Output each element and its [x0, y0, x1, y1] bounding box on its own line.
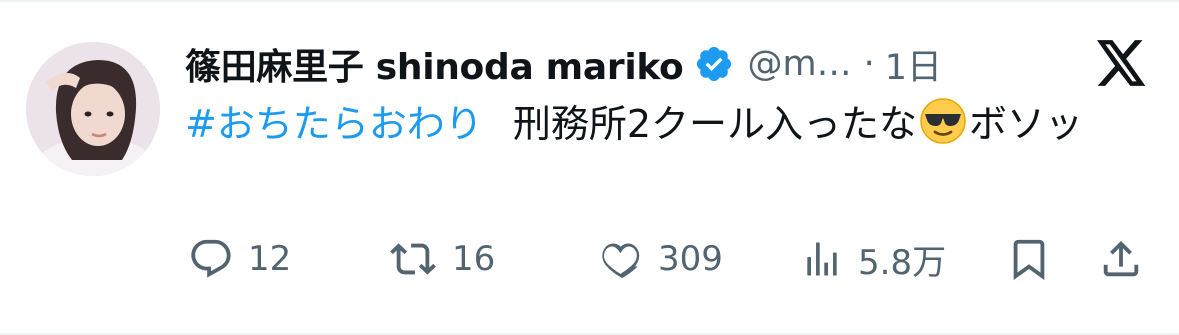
handle[interactable]: @m… — [748, 44, 852, 84]
heart-icon — [596, 236, 644, 282]
repost-count: 16 — [452, 239, 496, 279]
tweet-header: 篠田麻里子 shinoda mariko @m… · 1日 — [185, 36, 942, 92]
tweet-card[interactable]: 篠田麻里子 shinoda mariko @m… · 1日 #おちたらおわり 刑務… — [0, 0, 1179, 335]
bookmark-icon — [1006, 236, 1052, 282]
sunglasses-emoji-icon — [919, 97, 967, 145]
divider — [0, 0, 1179, 2]
repost-icon — [388, 236, 438, 282]
tweet-text-part: ボソッ — [969, 102, 1084, 146]
reply-button[interactable]: 12 — [188, 229, 291, 289]
timestamp[interactable]: 1日 — [885, 39, 942, 90]
avatar[interactable] — [26, 42, 160, 176]
hashtag-link[interactable]: #おちたらおわり — [185, 102, 483, 146]
share-button[interactable] — [1098, 229, 1144, 289]
share-icon — [1098, 236, 1144, 282]
views-count: 5.8万 — [858, 242, 947, 283]
bookmark-button[interactable] — [1006, 229, 1052, 289]
like-button[interactable]: 309 — [596, 229, 723, 289]
views-button[interactable]: 5.8万 — [800, 229, 946, 289]
display-name[interactable]: 篠田麻里子 shinoda mariko — [185, 38, 684, 90]
tweet-text-part: 刑務所2クール入ったな — [512, 102, 918, 146]
reply-count: 12 — [248, 239, 292, 279]
like-count: 309 — [658, 239, 723, 279]
avatar-photo — [26, 42, 160, 176]
reply-icon — [188, 236, 234, 282]
x-logo-icon[interactable] — [1097, 40, 1147, 86]
verified-badge-icon — [694, 44, 734, 84]
views-icon — [800, 236, 844, 282]
repost-button[interactable]: 16 — [388, 229, 495, 289]
separator-dot: · — [863, 44, 875, 84]
action-bar: 12 16 309 5.8万 — [0, 229, 1179, 289]
tweet-text: #おちたらおわり 刑務所2クール入ったな ボソッ — [185, 96, 1145, 152]
